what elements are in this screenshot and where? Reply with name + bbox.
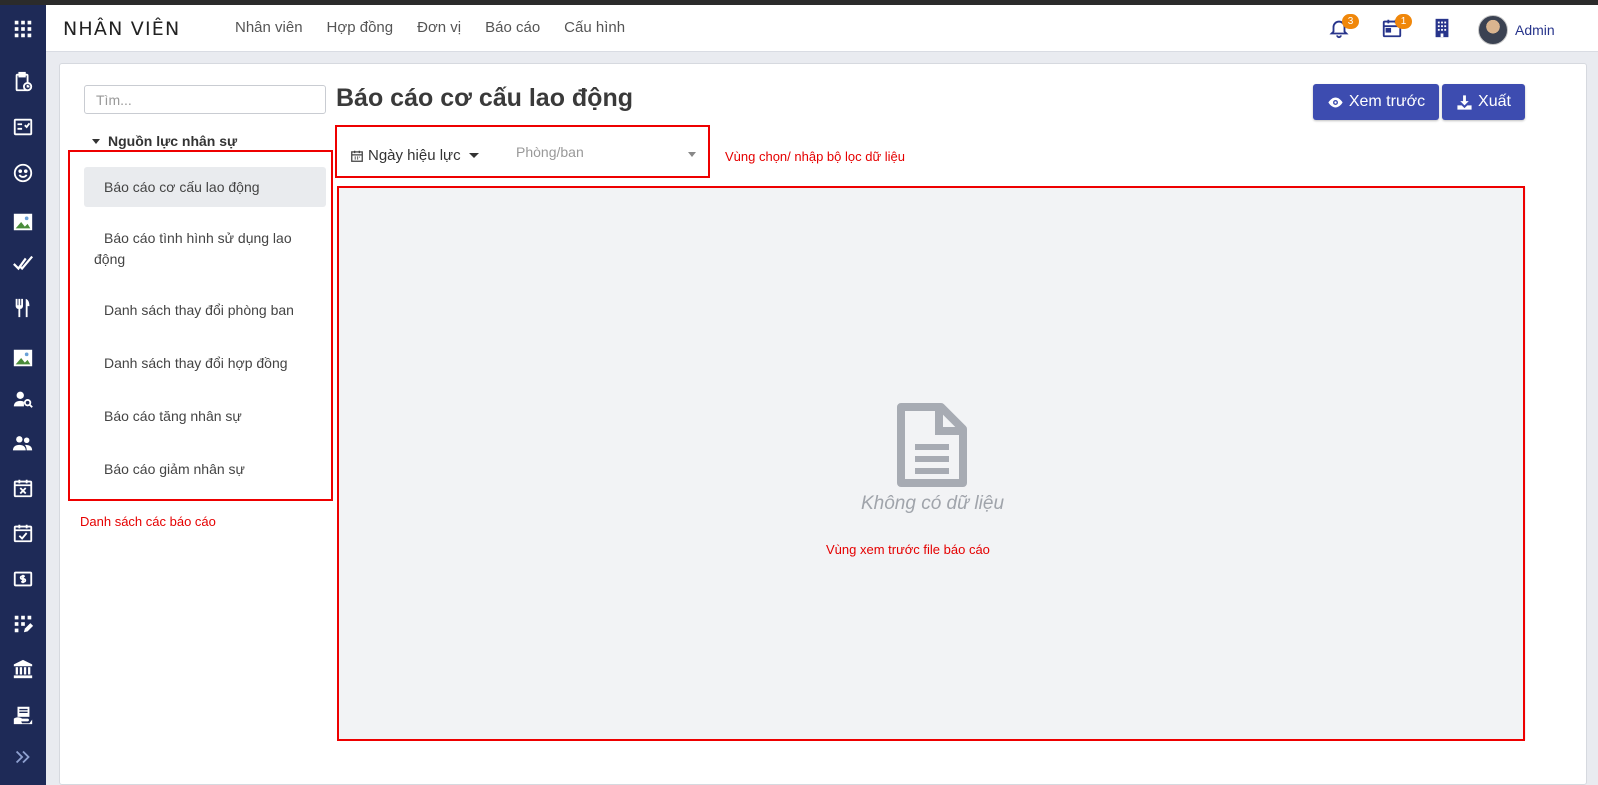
export-button-label: Xuất: [1478, 93, 1511, 110]
grid-edit-icon[interactable]: [11, 612, 35, 636]
export-button[interactable]: Xuất: [1442, 84, 1525, 120]
report-list: Báo cáo cơ cấu lao động Báo cáo tình hìn…: [84, 167, 326, 480]
report-preview-area: Không có dữ liệu: [339, 187, 1526, 740]
report-item-staff-increase[interactable]: Báo cáo tăng nhân sự: [84, 398, 326, 427]
effective-date-label: Ngày hiệu lực: [368, 147, 461, 164]
utensils-icon[interactable]: [11, 296, 35, 320]
report-item-staff-decrease[interactable]: Báo cáo giảm nhân sự: [84, 451, 326, 480]
user-name[interactable]: Admin: [1515, 22, 1555, 38]
report-item-contract-changes[interactable]: Danh sách thay đổi hợp đồng: [84, 345, 326, 374]
calendar-badge: 1: [1395, 14, 1412, 29]
report-group-label: Nguồn lực nhân sự: [108, 133, 238, 149]
preview-button-label: Xem trước: [1348, 93, 1426, 110]
hand-book-icon[interactable]: [11, 703, 35, 727]
image-icon-2[interactable]: [11, 346, 35, 370]
checklist-icon[interactable]: [11, 115, 35, 139]
clipboard-clock-icon[interactable]: [11, 70, 35, 94]
caret-down-icon: [468, 153, 479, 158]
department-select[interactable]: Phòng/ban: [516, 144, 696, 166]
menu-item-units[interactable]: Đơn vị: [417, 19, 461, 36]
app-title[interactable]: NHÂN VIÊN: [63, 18, 180, 40]
notification-badge: 3: [1342, 14, 1359, 29]
top-navbar: NHÂN VIÊN Nhân viên Hợp đồng Đơn vị Báo …: [46, 5, 1598, 52]
download-icon: [1457, 94, 1472, 110]
user-search-icon[interactable]: [11, 387, 35, 411]
expand-sidebar-icon[interactable]: [11, 745, 35, 769]
calendar-check-icon[interactable]: [11, 521, 35, 545]
double-check-icon[interactable]: [11, 251, 35, 275]
report-card: Nguồn lực nhân sự Báo cáo cơ cấu lao độn…: [59, 63, 1587, 785]
money-icon[interactable]: [11, 567, 35, 591]
bank-icon[interactable]: [11, 657, 35, 681]
department-placeholder: Phòng/ban: [516, 144, 584, 160]
report-item-labor-usage[interactable]: Báo cáo tình hình sử dụng lao động: [84, 220, 326, 270]
empty-document-icon: [895, 403, 967, 487]
calendar-x-icon[interactable]: [11, 476, 35, 500]
page-title: Báo cáo cơ cấu lao động: [336, 84, 633, 112]
annotation-report-list-label: Danh sách các báo cáo: [80, 514, 216, 529]
calendar-icon[interactable]: 1: [1381, 14, 1412, 41]
smiley-icon[interactable]: [11, 161, 35, 185]
menu-item-config[interactable]: Cấu hình: [564, 19, 625, 36]
preview-button[interactable]: Xem trước: [1313, 84, 1439, 120]
menu-item-employees[interactable]: Nhân viên: [235, 19, 303, 36]
apps-grid-icon[interactable]: [11, 17, 35, 41]
image-icon[interactable]: [11, 210, 35, 234]
report-item-labor-structure[interactable]: Báo cáo cơ cấu lao động: [84, 167, 326, 207]
report-item-department-changes[interactable]: Danh sách thay đổi phòng ban: [84, 292, 326, 321]
notification-bell-icon[interactable]: 3: [1328, 14, 1359, 41]
empty-state-text: Không có dữ liệu: [860, 493, 1005, 514]
users-icon[interactable]: [11, 431, 35, 455]
effective-date-filter[interactable]: Ngày hiệu lực: [350, 147, 479, 164]
main-menu: Nhân viên Hợp đồng Đơn vị Báo cáo Cấu hì…: [235, 19, 649, 36]
caret-down-icon: [92, 138, 100, 144]
report-search-input[interactable]: [84, 85, 326, 114]
report-group-header[interactable]: Nguồn lực nhân sự: [92, 133, 237, 149]
app-rail: [0, 5, 46, 785]
chevron-down-icon: [688, 152, 696, 157]
annotation-preview-label: Vùng xem trước file báo cáo: [826, 542, 990, 557]
annotation-filter-label: Vùng chọn/ nhập bộ lọc dữ liệu: [725, 149, 906, 164]
menu-item-contracts[interactable]: Hợp đồng: [327, 19, 394, 36]
user-avatar[interactable]: [1478, 15, 1508, 45]
building-icon[interactable]: [1431, 17, 1455, 41]
eye-icon: [1328, 97, 1343, 107]
menu-item-reports[interactable]: Báo cáo: [485, 19, 540, 36]
calendar-small-icon: [351, 150, 363, 162]
